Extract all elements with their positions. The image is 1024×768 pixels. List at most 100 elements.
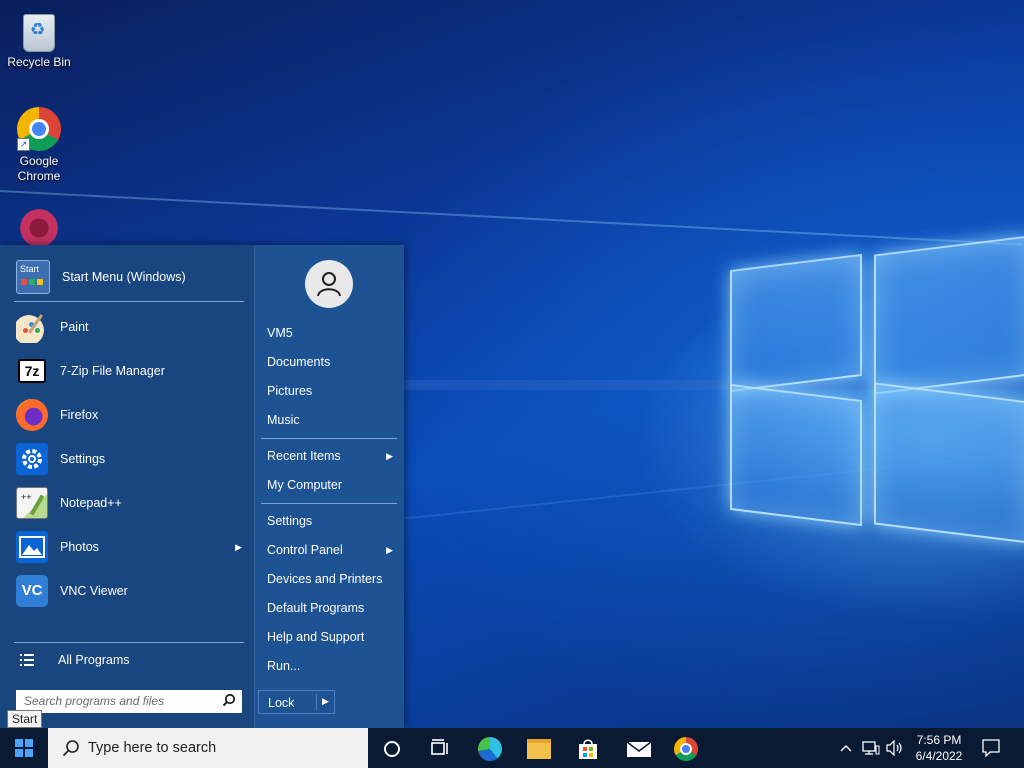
pinned-item-settings[interactable]: Settings — [8, 439, 246, 479]
submenu-arrow-icon: ▶ — [235, 541, 242, 552]
chrome-icon: ↗ — [17, 107, 61, 151]
start-menu-right-column: VM5 Documents Pictures Music Recent Item… — [254, 245, 404, 728]
taskbar-search-placeholder: Type here to search — [88, 740, 217, 756]
user-avatar[interactable] — [305, 260, 353, 308]
windows-logo-pane — [730, 383, 862, 527]
pinned-item-firefox[interactable]: Firefox — [8, 395, 246, 435]
user-icon — [317, 272, 341, 297]
right-item-music[interactable]: Music — [267, 407, 397, 433]
search-icon — [62, 740, 79, 757]
network-icon[interactable] — [862, 740, 880, 756]
all-programs-button[interactable]: All Programs — [14, 647, 246, 673]
pinned-item-photos[interactable]: Photos ▶ — [8, 527, 246, 567]
all-programs-label: All Programs — [58, 653, 130, 667]
shortcut-arrow-icon: ↗ — [17, 138, 30, 151]
start-menu: Start Start Menu (Windows) Paint 7z 7-Zi… — [0, 245, 404, 728]
paint-icon — [16, 311, 48, 343]
windows-logo-icon — [15, 739, 33, 757]
taskbar-clock[interactable]: 7:56 PM 6/4/2022 — [906, 732, 972, 764]
desktop-icon-label: Google Chrome — [17, 154, 61, 183]
search-placeholder: Search programs and files — [24, 694, 165, 708]
right-item-run[interactable]: Run... — [267, 653, 397, 679]
right-item-label: My Computer — [267, 478, 343, 492]
volume-icon[interactable] — [886, 740, 904, 756]
task-view-icon — [431, 739, 448, 755]
separator — [261, 438, 397, 439]
desktop-icon-google-chrome[interactable]: ↗ Google Chrome — [1, 107, 77, 184]
colored-squares — [21, 279, 27, 285]
start-menu-icon-text: Start — [20, 264, 40, 274]
pinned-item-vnc-viewer[interactable]: VC VNC Viewer — [8, 571, 246, 611]
clock-date: 6/4/2022 — [915, 749, 963, 763]
notifications-icon[interactable] — [982, 739, 1000, 757]
chevron-up-icon[interactable] — [839, 741, 853, 755]
right-item-pictures[interactable]: Pictures — [267, 378, 397, 404]
chrome-icon — [674, 737, 698, 761]
pinned-item-label: VNC Viewer — [60, 584, 128, 598]
right-item-user[interactable]: VM5 — [267, 320, 397, 346]
right-item-settings[interactable]: Settings — [267, 508, 397, 534]
right-item-label: Settings — [267, 514, 313, 528]
notepadpp-icon: ++ — [16, 487, 48, 519]
mail-icon — [626, 741, 652, 757]
right-item-help-and-support[interactable]: Help and Support — [267, 624, 397, 650]
app-shortcut-icon — [17, 206, 61, 250]
right-item-my-computer[interactable]: My Computer — [267, 472, 397, 498]
separator — [14, 301, 244, 302]
taskbar-cortana-button[interactable] — [368, 728, 416, 768]
right-item-label: Devices and Printers — [267, 572, 383, 586]
pinned-item-label: Settings — [60, 452, 106, 466]
separator — [14, 642, 244, 643]
pinned-item-label: Paint — [60, 320, 89, 334]
pinned-item-label: 7-Zip File Manager — [60, 364, 165, 378]
windows-logo-pane — [874, 235, 1024, 395]
start-menu-header-item[interactable]: Start Start Menu (Windows) — [8, 257, 246, 297]
desktop-icon-recycle-bin[interactable]: Recycle Bin — [1, 8, 77, 70]
start-tooltip: Start — [7, 710, 43, 728]
right-item-label: Help and Support — [267, 630, 365, 644]
photos-icon — [16, 531, 48, 563]
lock-button-label: Lock — [268, 696, 295, 710]
lock-button[interactable]: Lock ▶ — [258, 690, 335, 714]
clock-time: 7:56 PM — [916, 733, 962, 747]
right-item-documents[interactable]: Documents — [267, 349, 397, 375]
right-item-label: Default Programs — [267, 601, 365, 615]
right-item-label: Recent Items — [267, 449, 341, 463]
right-item-control-panel[interactable]: Control Panel ▶ — [267, 537, 397, 563]
colored-squares — [29, 279, 35, 285]
pinned-item-label: Photos — [60, 540, 99, 554]
start-button[interactable] — [0, 728, 48, 768]
store-icon — [579, 739, 597, 759]
lock-options-arrow-icon[interactable]: ▶ — [322, 696, 329, 707]
recycle-bin-icon — [23, 14, 55, 52]
windows-logo-pane — [874, 382, 1024, 544]
search-icon — [222, 693, 236, 707]
vnc-viewer-icon: VC — [16, 575, 48, 607]
lock-button-divider — [316, 694, 317, 710]
firefox-icon — [16, 399, 48, 431]
right-item-recent-items[interactable]: Recent Items ▶ — [267, 443, 397, 469]
light-beam — [0, 190, 1023, 246]
taskbar-search-box[interactable]: Type here to search — [48, 728, 368, 768]
taskbar-mail-button[interactable] — [614, 728, 662, 768]
pinned-item-7zip[interactable]: 7z 7-Zip File Manager — [8, 351, 246, 391]
7zip-icon-text: 7z — [24, 363, 40, 379]
search-programs-input[interactable]: Search programs and files — [16, 690, 242, 713]
pinned-item-paint[interactable]: Paint — [8, 307, 246, 347]
desktop-icon-label: Recycle Bin — [7, 55, 71, 69]
pinned-item-notepadpp[interactable]: ++ Notepad++ — [8, 483, 246, 523]
right-item-default-programs[interactable]: Default Programs — [267, 595, 397, 621]
taskbar-store-button[interactable] — [564, 728, 612, 768]
file-explorer-icon — [527, 739, 551, 759]
taskbar-file-explorer-button[interactable] — [515, 728, 563, 768]
colored-squares — [37, 279, 43, 285]
submenu-arrow-icon: ▶ — [386, 451, 393, 461]
windows-logo-pane — [730, 253, 862, 393]
separator — [261, 503, 397, 504]
right-item-devices-and-printers[interactable]: Devices and Printers — [267, 566, 397, 592]
list-icon — [20, 654, 34, 666]
taskbar: Type here to search 7:56 PM 6/4/2022 — [0, 728, 1024, 768]
taskbar-edge-button[interactable] — [466, 728, 514, 768]
taskbar-chrome-button[interactable] — [662, 728, 710, 768]
taskbar-task-view-button[interactable] — [416, 728, 464, 768]
